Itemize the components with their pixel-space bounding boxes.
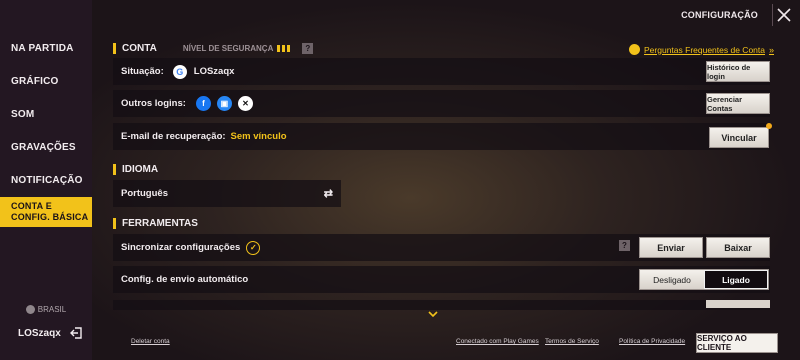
swap-arrows-icon: ⇄ <box>323 188 333 200</box>
region-label: BRASIL <box>37 305 67 314</box>
help-icon[interactable]: ? <box>619 240 630 251</box>
manage-accounts-button[interactable]: Gerenciar Contas <box>706 93 770 114</box>
sidebar-item-grafico[interactable]: GRÁFICO <box>0 66 92 96</box>
status-label: Situação: <box>121 66 164 77</box>
sidebar-item-notificacao[interactable]: NOTIFICAÇÃO <box>0 165 92 195</box>
security-level-label: NÍVEL DE SEGURANÇA <box>182 43 274 53</box>
section-ferramentas: FERRAMENTAS <box>113 216 198 230</box>
link-button[interactable]: Vincular <box>709 127 769 148</box>
footer: Deletar conta Conectado com Play Games T… <box>92 330 800 360</box>
section-title: CONTA <box>122 42 157 54</box>
top-bar: CONFIGURAÇÃO <box>92 0 800 34</box>
close-button[interactable] <box>772 4 794 26</box>
recovery-email-value: Sem vínculo <box>230 131 287 142</box>
sidebar-item-label: NA PARTIDA <box>11 42 74 54</box>
section-title: IDIOMA <box>122 163 159 175</box>
globe-icon <box>629 44 641 55</box>
security-level-bars <box>277 44 291 52</box>
sidebar-item-gravacoes[interactable]: GRAVAÇÕES <box>0 132 92 162</box>
sidebar-item-label-line1: CONTA E <box>11 201 52 211</box>
section-conta: CONTA NÍVEL DE SEGURANÇA ? <box>113 41 314 55</box>
user-row: LOSzaqx <box>0 322 92 344</box>
recovery-email-label: E-mail de recuperação: <box>121 131 226 142</box>
row-status: Situação: G LOSzaqx <box>113 58 770 85</box>
sidebar-item-na-partida[interactable]: NA PARTIDA <box>0 33 92 63</box>
check-circle-icon: ✓ <box>246 240 261 255</box>
login-history-button[interactable]: Histórico de login <box>706 61 770 82</box>
customer-service-button[interactable]: SERVIÇO AO CLIENTE <box>696 333 778 353</box>
security-level: NÍVEL DE SEGURANÇA <box>183 44 291 53</box>
sidebar-item-label: SOM <box>11 108 35 120</box>
x-twitter-icon[interactable]: ✕ <box>237 96 253 111</box>
faq-link-label: Perguntas Frequentes de Conta <box>644 44 765 55</box>
facebook-icon[interactable]: f <box>195 96 211 111</box>
language-value: Português <box>121 188 168 199</box>
region-indicator: BRASIL <box>0 305 92 314</box>
vk-icon[interactable]: ▣ <box>216 96 232 111</box>
toggle-on-option[interactable]: Ligado <box>703 270 768 289</box>
section-title: FERRAMENTAS <box>122 217 198 229</box>
globe-icon <box>25 305 35 314</box>
section-idioma: IDIOMA <box>113 162 158 176</box>
logout-icon[interactable] <box>70 327 82 339</box>
sync-label: Sincronizar configurações <box>121 242 241 253</box>
notification-dot <box>766 123 772 129</box>
close-icon <box>776 8 791 22</box>
send-button[interactable]: Enviar <box>639 237 703 258</box>
page-title: CONFIGURAÇÃO <box>681 10 758 20</box>
auto-send-label: Config. de envio automático <box>121 274 249 285</box>
row-recovery-email: E-mail de recuperação: Sem vínculo <box>113 123 770 150</box>
row-partial <box>113 300 770 310</box>
connected-play-games-link[interactable]: Conectado com Play Games <box>456 338 539 345</box>
help-icon[interactable]: ? <box>302 42 314 54</box>
sidebar-item-conta[interactable]: CONTA E CONFIG. BÁSICA <box>0 197 92 227</box>
sidebar-item-label-line2: CONFIG. BÁSICA <box>11 212 89 222</box>
chevron-down-icon[interactable] <box>428 309 438 320</box>
language-selector[interactable]: Português ⇄ <box>113 180 341 207</box>
status-value: LOSzaqx <box>193 66 235 77</box>
sidebar-item-label: GRÁFICO <box>11 75 59 87</box>
download-button[interactable]: Baixar <box>706 237 770 258</box>
faq-link[interactable]: Perguntas Frequentes de Conta » <box>629 44 774 55</box>
partial-button[interactable] <box>706 300 770 308</box>
privacy-link[interactable]: Política de Privacidade <box>619 338 685 345</box>
sidebar: NA PARTIDA GRÁFICO SOM GRAVAÇÕES NOTIFIC… <box>0 0 92 360</box>
terms-link[interactable]: Termos de Serviço <box>545 338 599 345</box>
sidebar-item-label: GRAVAÇÕES <box>11 141 76 153</box>
section-accent-bar <box>113 217 116 229</box>
other-logins-label: Outros logins: <box>121 98 186 109</box>
row-other-logins: Outros logins: f ▣ ✕ <box>113 90 770 117</box>
double-chevron-right-icon: » <box>768 44 774 55</box>
section-accent-bar <box>113 163 116 175</box>
sidebar-item-som[interactable]: SOM <box>0 99 92 129</box>
delete-account-link[interactable]: Deletar conta <box>131 338 170 345</box>
section-accent-bar <box>113 42 116 54</box>
username: LOSzaqx <box>18 327 61 339</box>
auto-send-toggle[interactable]: Desligado Ligado <box>639 269 769 290</box>
sidebar-item-label: NOTIFICAÇÃO <box>11 174 83 186</box>
toggle-off-option[interactable]: Desligado <box>640 270 704 289</box>
google-icon: G <box>172 64 187 79</box>
